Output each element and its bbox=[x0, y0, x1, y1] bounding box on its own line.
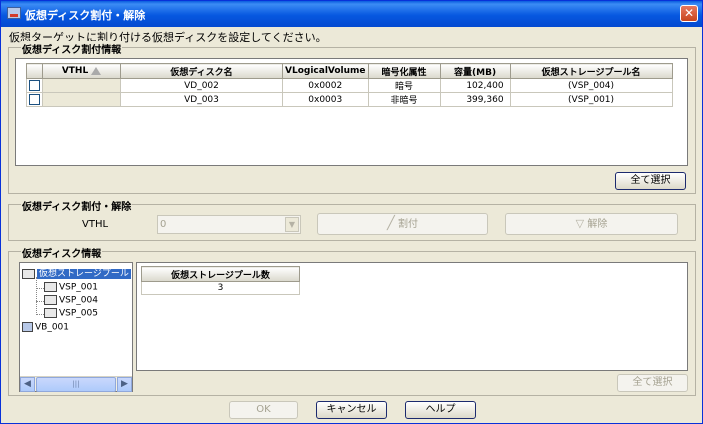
dialog-window: 仮想ディスク割付・解除 ✕ 仮想ターゲットに割り付ける仮想ディスクを設定してくだ… bbox=[0, 0, 703, 424]
tree-node-vb-001[interactable]: VB_001 bbox=[22, 322, 69, 333]
vlv-cell: 0x0002 bbox=[282, 78, 369, 93]
assign-info-group: 仮想ディスク割付情報 VTHL 仮想ディスク名 VLogicalVolume 暗… bbox=[8, 41, 696, 194]
row-checkbox-cell bbox=[26, 92, 43, 107]
disk-info-group: 仮想ディスク情報 仮想ストレージプール VSP_001 VSP_004 VSP_… bbox=[8, 245, 696, 396]
row-checkbox[interactable] bbox=[29, 94, 40, 105]
tree-node-vsp-005[interactable]: VSP_005 bbox=[44, 308, 98, 319]
vthl-combobox[interactable]: 0 ▼ bbox=[157, 215, 301, 234]
pool-count-panel: 仮想ストレージプール数 3 bbox=[136, 262, 688, 371]
encryption-cell: 暗号 bbox=[367, 78, 441, 93]
vthl-cell bbox=[42, 78, 121, 93]
table-row[interactable]: VD_002 0x0002 暗号 102,400 (VSP_004) bbox=[26, 78, 673, 93]
capacity-cell: 102,400 bbox=[439, 78, 511, 93]
vlv-cell: 0x0003 bbox=[282, 92, 369, 107]
column-header-pool-name[interactable]: 仮想ストレージプール名 bbox=[509, 63, 673, 79]
disk-info-group-title: 仮想ディスク情報 bbox=[21, 245, 103, 260]
release-icon: ▽ bbox=[575, 217, 585, 230]
assign-info-table: VTHL 仮想ディスク名 VLogicalVolume 暗号化属性 容量(MB)… bbox=[26, 63, 673, 107]
vthl-combobox-value: 0 bbox=[160, 219, 167, 230]
release-button[interactable]: ▽ 解除 bbox=[505, 213, 678, 235]
pool-count-cell: 3 bbox=[141, 281, 300, 295]
pool-icon bbox=[44, 295, 57, 305]
encryption-cell: 非暗号 bbox=[367, 92, 441, 107]
ok-button[interactable]: OK bbox=[229, 401, 298, 419]
app-icon bbox=[7, 7, 21, 19]
assign-icon: ╱ bbox=[386, 216, 395, 231]
row-checkbox[interactable] bbox=[29, 80, 40, 91]
close-button[interactable]: ✕ bbox=[680, 5, 698, 22]
column-header-pool-count: 仮想ストレージプール数 bbox=[141, 266, 300, 282]
table-header-row: 仮想ストレージプール数 bbox=[141, 266, 300, 282]
table-header-row: VTHL 仮想ディスク名 VLogicalVolume 暗号化属性 容量(MB)… bbox=[26, 63, 673, 79]
vthl-cell bbox=[42, 92, 121, 107]
checkbox-column-header bbox=[26, 63, 43, 79]
window-title: 仮想ディスク割付・解除 bbox=[25, 9, 146, 22]
title-bar: 仮想ディスク割付・解除 ✕ bbox=[1, 1, 702, 27]
tree-node-root[interactable]: 仮想ストレージプール bbox=[22, 266, 131, 279]
vthl-label: VTHL bbox=[82, 219, 109, 230]
scroll-right-icon[interactable]: ▶ bbox=[117, 377, 132, 392]
table-row[interactable]: VD_003 0x0003 非暗号 399,360 (VSP_001) bbox=[26, 92, 673, 107]
tree-node-vsp-004[interactable]: VSP_004 bbox=[44, 295, 98, 306]
pool-tree: 仮想ストレージプール VSP_001 VSP_004 VSP_005 VB_00… bbox=[20, 263, 132, 375]
pool-icon bbox=[44, 308, 57, 318]
volume-icon bbox=[22, 322, 33, 332]
sort-ascending-icon bbox=[91, 66, 102, 75]
help-button[interactable]: ヘルプ bbox=[405, 401, 476, 419]
assign-info-select-all-button[interactable]: 全て選択 bbox=[615, 172, 686, 190]
assign-info-group-title: 仮想ディスク割付情報 bbox=[21, 41, 123, 56]
scroll-thumb[interactable]: ||| bbox=[36, 377, 116, 392]
column-header-vlogicalvolume[interactable]: VLogicalVolume bbox=[282, 63, 369, 79]
chevron-down-icon[interactable]: ▼ bbox=[285, 217, 299, 232]
capacity-cell: 399,360 bbox=[439, 92, 511, 107]
disk-name-cell: VD_002 bbox=[120, 78, 283, 93]
pool-name-cell: (VSP_004) bbox=[509, 78, 673, 93]
tree-node-vsp-001[interactable]: VSP_001 bbox=[44, 282, 98, 293]
tree-horizontal-scrollbar[interactable]: ◀ ||| ▶ bbox=[20, 376, 132, 392]
scroll-left-icon[interactable]: ◀ bbox=[20, 377, 35, 392]
column-header-disk-name[interactable]: 仮想ディスク名 bbox=[120, 63, 283, 79]
cancel-button[interactable]: キャンセル bbox=[316, 401, 387, 419]
column-header-capacity[interactable]: 容量(MB) bbox=[439, 63, 511, 79]
column-header-vthl[interactable]: VTHL bbox=[42, 63, 121, 79]
pool-icon bbox=[44, 282, 57, 292]
disk-name-cell: VD_003 bbox=[120, 92, 283, 107]
assign-info-table-panel: VTHL 仮想ディスク名 VLogicalVolume 暗号化属性 容量(MB)… bbox=[15, 58, 688, 166]
assign-button[interactable]: ╱ 割付 bbox=[317, 213, 488, 235]
tree-panel: 仮想ストレージプール VSP_001 VSP_004 VSP_005 VB_00… bbox=[19, 262, 133, 392]
table-row: 3 bbox=[141, 281, 300, 295]
disk-info-select-all-button[interactable]: 全て選択 bbox=[617, 374, 688, 392]
assign-release-group: 仮想ディスク割付・解除 VTHL 0 ▼ ╱ 割付 ▽ 解除 bbox=[8, 198, 696, 241]
assign-release-group-title: 仮想ディスク割付・解除 bbox=[21, 198, 133, 213]
row-checkbox-cell bbox=[26, 78, 43, 93]
pool-icon bbox=[22, 268, 35, 279]
column-header-encryption[interactable]: 暗号化属性 bbox=[367, 63, 441, 79]
pool-count-table: 仮想ストレージプール数 3 bbox=[141, 266, 300, 295]
pool-name-cell: (VSP_001) bbox=[509, 92, 673, 107]
